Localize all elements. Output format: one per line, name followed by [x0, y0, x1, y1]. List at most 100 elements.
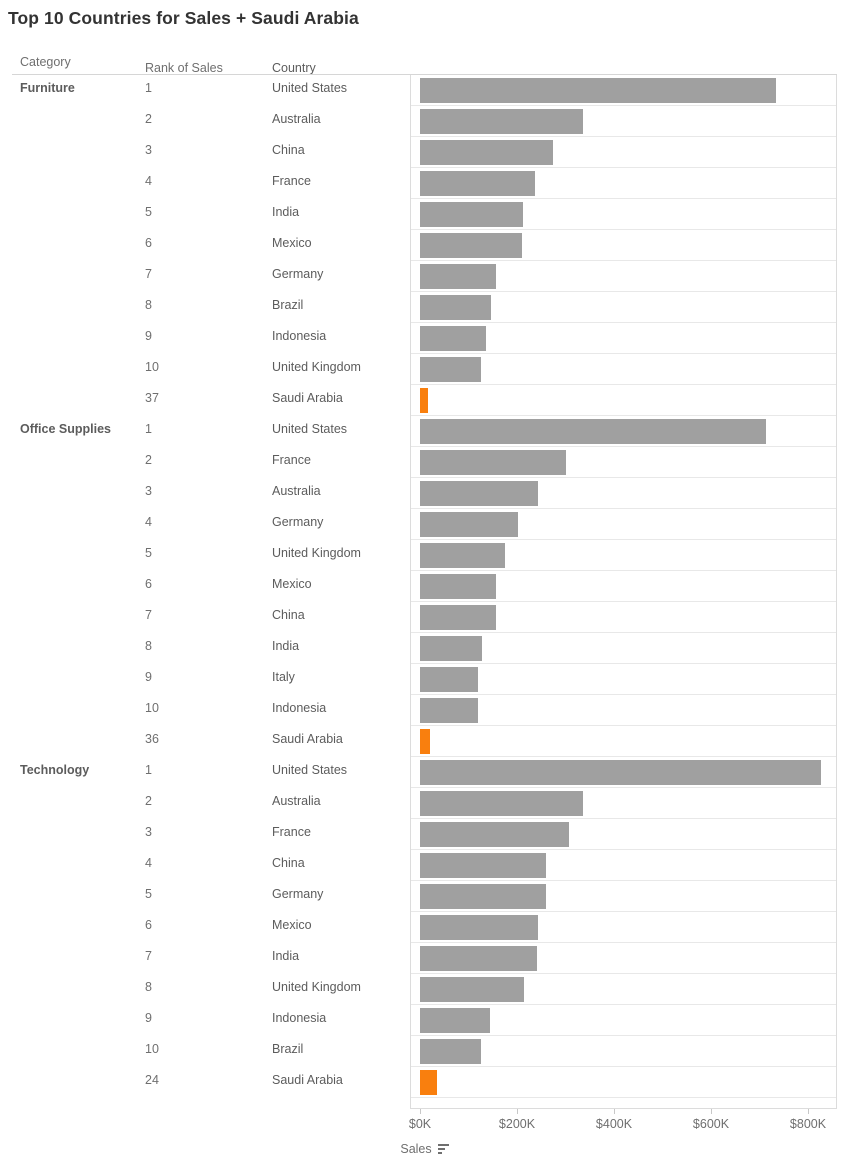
bar[interactable] [420, 605, 497, 630]
table-row[interactable]: 6 Mexico [0, 571, 849, 602]
bar[interactable] [420, 264, 497, 289]
table-row[interactable]: 9 Indonesia [0, 1005, 849, 1036]
table-row[interactable]: 8 Brazil [0, 292, 849, 323]
bar[interactable] [420, 326, 486, 351]
rank-value: 10 [145, 701, 159, 715]
country-label: India [272, 639, 300, 653]
table-row[interactable]: 9 Indonesia [0, 323, 849, 354]
bar[interactable] [420, 357, 482, 382]
country-label: Indonesia [272, 1011, 327, 1025]
bar[interactable] [420, 481, 538, 506]
table-row[interactable]: 5 Germany [0, 881, 849, 912]
bar[interactable] [420, 1008, 490, 1033]
table-row[interactable]: 8 United Kingdom [0, 974, 849, 1005]
bar[interactable] [420, 853, 547, 878]
table-row[interactable]: 2 France [0, 447, 849, 478]
x-axis: $0K $200K $400K $600K $800K Sales [0, 1109, 849, 1172]
axis-tick-label: $400K [595, 1117, 633, 1131]
bar[interactable] [420, 667, 479, 692]
table-row[interactable]: 3 Australia [0, 478, 849, 509]
table-row[interactable]: 1 United States [0, 416, 849, 447]
country-label: France [272, 825, 311, 839]
bar[interactable] [420, 202, 523, 227]
bar[interactable] [420, 791, 583, 816]
bar[interactable] [420, 171, 535, 196]
table-row[interactable]: 2 Australia [0, 788, 849, 819]
bar[interactable] [420, 915, 538, 940]
table-row[interactable]: 3 China [0, 137, 849, 168]
table-row[interactable]: 1 United States [0, 75, 849, 106]
table-row[interactable]: 6 Mexico [0, 230, 849, 261]
category-section: Furniture 1 United States 2 Australia 3 China 4… [0, 75, 849, 416]
bar[interactable] [420, 233, 523, 258]
bar[interactable] [420, 543, 505, 568]
rank-value: 36 [145, 732, 159, 746]
bar[interactable] [420, 140, 553, 165]
table-row[interactable]: 37 Saudi Arabia [0, 385, 849, 416]
bar[interactable] [420, 419, 766, 444]
column-header-row: Category Rank of Sales Country [0, 55, 849, 75]
axis-tick-mark [614, 1109, 615, 1114]
bar[interactable] [420, 884, 546, 909]
rank-value: 3 [145, 484, 152, 498]
rank-value: 4 [145, 174, 152, 188]
bar[interactable] [420, 698, 478, 723]
bar[interactable] [420, 109, 583, 134]
table-row[interactable]: 5 United Kingdom [0, 540, 849, 571]
axis-tick-label: $200K [498, 1117, 536, 1131]
table-row[interactable]: 2 Australia [0, 106, 849, 137]
country-label: France [272, 453, 311, 467]
table-row[interactable]: 10 United Kingdom [0, 354, 849, 385]
table-row[interactable]: 8 India [0, 633, 849, 664]
bar-highlighted[interactable] [420, 388, 429, 413]
rank-value: 7 [145, 949, 152, 963]
bar[interactable] [420, 822, 569, 847]
rank-value: 4 [145, 515, 152, 529]
visualization-canvas: Top 10 Countries for Sales + Saudi Arabi… [0, 0, 849, 1172]
table-row[interactable]: 3 France [0, 819, 849, 850]
x-axis-title: Sales [400, 1141, 432, 1156]
table-row[interactable]: 7 India [0, 943, 849, 974]
bar[interactable] [420, 946, 537, 971]
country-label: Brazil [272, 298, 304, 312]
table-row[interactable]: 7 Germany [0, 261, 849, 292]
bar[interactable] [420, 574, 497, 599]
country-label: Germany [272, 887, 324, 901]
rank-value: 6 [145, 236, 152, 250]
bar[interactable] [420, 1039, 482, 1064]
country-label: France [272, 174, 311, 188]
table-row[interactable]: 7 China [0, 602, 849, 633]
table-row[interactable]: 4 Germany [0, 509, 849, 540]
bar[interactable] [420, 636, 483, 661]
bar[interactable] [420, 760, 822, 785]
table-row[interactable]: 4 France [0, 168, 849, 199]
table-row[interactable]: 1 United States [0, 757, 849, 788]
table-row[interactable]: 10 Brazil [0, 1036, 849, 1067]
rank-value: 3 [145, 143, 152, 157]
bar[interactable] [420, 78, 776, 103]
bar[interactable] [420, 977, 524, 1002]
table-row[interactable]: 4 China [0, 850, 849, 881]
table-row[interactable]: 10 Indonesia [0, 695, 849, 726]
country-label: Mexico [272, 918, 312, 932]
axis-tick-mark [808, 1109, 809, 1114]
column-header-country: Country [272, 61, 316, 75]
table-row[interactable]: 24 Saudi Arabia [0, 1067, 849, 1098]
sort-descending-icon[interactable] [437, 1143, 449, 1154]
bar[interactable] [420, 450, 566, 475]
country-label: Australia [272, 794, 321, 808]
page-title: Top 10 Countries for Sales + Saudi Arabi… [8, 8, 359, 28]
bar[interactable] [420, 295, 491, 320]
bar-highlighted[interactable] [420, 1070, 437, 1095]
bar-highlighted[interactable] [420, 729, 431, 754]
axis-tick-label: $800K [789, 1117, 827, 1131]
table-row[interactable]: 9 Italy [0, 664, 849, 695]
country-label: India [272, 949, 300, 963]
bar[interactable] [420, 512, 518, 537]
rank-value: 5 [145, 546, 152, 560]
table-row[interactable]: 36 Saudi Arabia [0, 726, 849, 757]
country-label: Saudi Arabia [272, 1073, 343, 1087]
table-row[interactable]: 6 Mexico [0, 912, 849, 943]
table-row[interactable]: 5 India [0, 199, 849, 230]
axis-tick-mark [420, 1109, 421, 1114]
